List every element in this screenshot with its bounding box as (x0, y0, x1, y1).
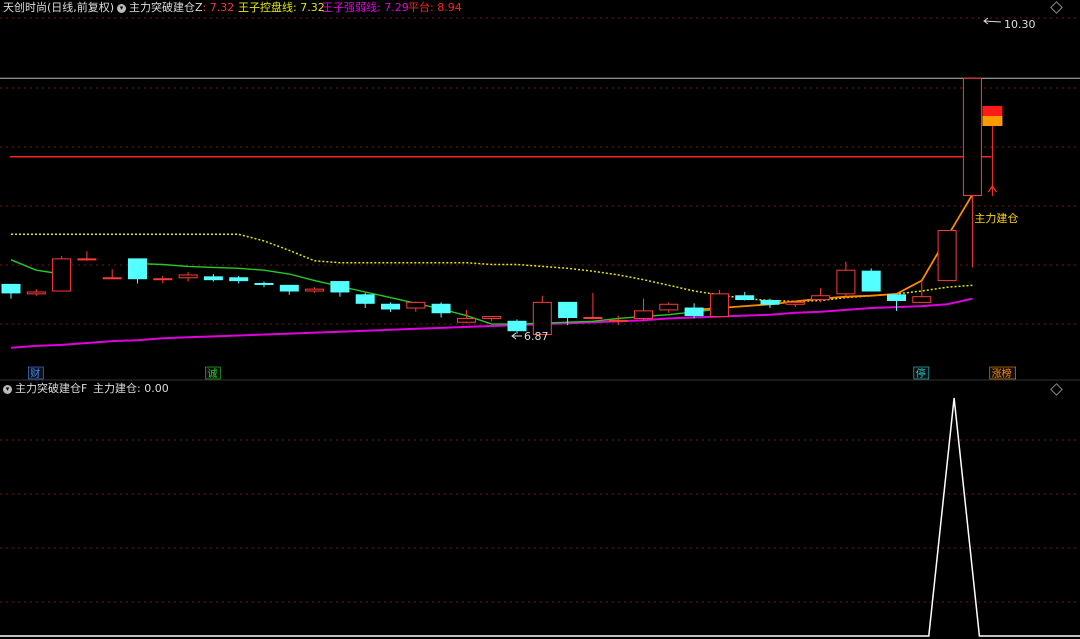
max-price-label: 10.30 (1004, 18, 1036, 31)
candle (229, 277, 249, 282)
candle (381, 303, 400, 310)
event-marker: 诚 (207, 368, 217, 380)
limit-up-box-red (982, 106, 1003, 116)
control-line (11, 233, 973, 303)
main-grid (0, 17, 1080, 325)
candle (355, 294, 375, 304)
candle (77, 258, 97, 261)
candle (153, 278, 173, 281)
candle (785, 301, 805, 305)
candle (760, 299, 780, 305)
min-price-label: 6.87 (524, 330, 549, 343)
candle (178, 274, 198, 279)
event-marker: 财 (30, 367, 40, 380)
build-position-annotation: 主力建仓 (974, 211, 1018, 225)
candle (305, 288, 325, 292)
candle (836, 269, 856, 295)
candle (937, 230, 957, 282)
candle (811, 295, 831, 301)
build-position-line (0, 397, 1080, 637)
candle (279, 284, 299, 292)
limit-up-box-orange (982, 116, 1003, 126)
candle (431, 303, 451, 314)
event-marker: 涨榜 (992, 367, 1012, 380)
candle (406, 301, 426, 309)
candle (659, 303, 679, 311)
sub-grid (0, 439, 1080, 603)
candle (709, 293, 729, 318)
candle (26, 291, 46, 295)
candle (735, 295, 755, 301)
chart-canvas[interactable]: 10.30 6.87 主力建仓财 诚 停 涨榜 (0, 0, 1080, 639)
green-ma-line (10, 259, 720, 325)
candle (558, 301, 578, 318)
candle (203, 276, 223, 281)
candle (962, 77, 982, 197)
candle (254, 282, 274, 285)
candle (456, 317, 476, 323)
candle (912, 296, 932, 303)
candle (482, 316, 502, 319)
max-arrow-icon (983, 17, 1002, 25)
candle (861, 270, 881, 292)
candle (1, 283, 21, 294)
candle (634, 310, 653, 319)
candle (583, 316, 603, 319)
strength-line (10, 297, 973, 349)
orange-ma-line (694, 194, 974, 311)
candle (608, 319, 628, 322)
candle (330, 281, 350, 293)
event-marker: 停 (916, 367, 926, 380)
candle (887, 294, 906, 301)
candle (102, 277, 122, 280)
candle (684, 307, 704, 317)
min-arrow-icon (511, 332, 522, 340)
candle (52, 258, 72, 292)
candle (128, 258, 147, 280)
